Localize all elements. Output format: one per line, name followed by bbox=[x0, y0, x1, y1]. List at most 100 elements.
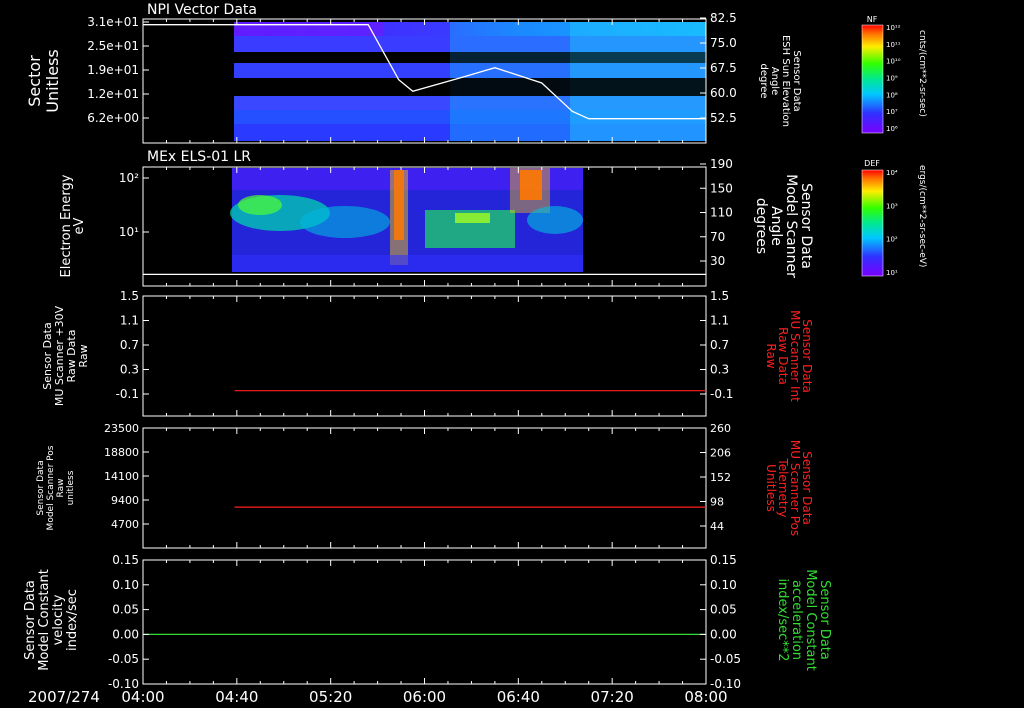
const-y-label-line-4: index/sec bbox=[65, 589, 80, 651]
const-ytick-label-3: 0.00 bbox=[112, 627, 139, 641]
npi-right-label-line-3: Angle bbox=[769, 67, 780, 95]
const-right-label-line-3: acceleration bbox=[789, 580, 804, 660]
mupos-ytick-label-1: 18800 bbox=[104, 446, 139, 459]
npi-ytick-label-0: 3.1e+01 bbox=[87, 15, 139, 29]
nf-colorbar: NF 10¹² 10¹¹ 10¹⁰ 10⁹ 10⁸ 10⁷ 10⁶ cnts/(cm**2-… bbox=[861, 15, 927, 134]
time-tick-label-6: 08:00 bbox=[684, 688, 727, 706]
npi-panel: 3.1e+01 2.5e+01 1.9e+01 1.2e+01 6.2e+00 82.5… bbox=[25, 11, 802, 144]
els-rtick-label-0: 190 bbox=[710, 157, 733, 171]
const-rtick-label-2: 0.05 bbox=[710, 603, 737, 617]
mu30-ytick-label-2: 0.7 bbox=[120, 338, 139, 352]
const-y-label-line-2: Model Constant bbox=[37, 569, 52, 671]
els-panel-title: MEx ELS-01 LR bbox=[147, 149, 251, 165]
const-right-label-line-1: Sensor Data bbox=[817, 580, 832, 660]
const-rtick-label-1: 0.10 bbox=[710, 578, 737, 592]
mupos-y-axis: 23500 18800 14100 9400 4700 bbox=[104, 422, 707, 548]
npi-right-label-line-2: ESH Sun Elevation bbox=[780, 35, 791, 127]
def-colorbar-units: ergs/(cm**2-sr-sec-eV) bbox=[917, 165, 927, 267]
def-colorbar-tick-0: 10⁴ bbox=[886, 169, 898, 177]
mu30-panel: 1.5 1.1 0.7 0.3 -0.1 1.5 1.1 0.7 0.3 -0.1 Sensor… bbox=[41, 289, 814, 417]
els-right-label-line-1: Sensor Data bbox=[798, 183, 814, 269]
mupos-y-label-line-2: Model Scanner Pos bbox=[46, 445, 56, 530]
nf-colorbar-tick-0: 10¹² bbox=[886, 24, 901, 32]
mu30-rtick-label-2: 0.7 bbox=[710, 338, 729, 352]
const-ytick-label-2: 0.05 bbox=[112, 603, 139, 617]
els-y-label: Electron Energy eV bbox=[59, 174, 87, 277]
mupos-ytick-label-2: 14100 bbox=[104, 470, 139, 483]
const-panel: 0.150.100.050.00-0.05-0.10 0.150.100.050… bbox=[23, 553, 832, 691]
mu30-rtick-label-0: 1.5 bbox=[710, 289, 729, 303]
const-frame bbox=[142, 559, 707, 685]
npi-rtick-label-2: 67.5 bbox=[710, 61, 737, 75]
els-right-label-line-3: Angle bbox=[768, 206, 784, 246]
nf-colorbar-tick-4: 10⁸ bbox=[886, 91, 898, 99]
mupos-rtick-label-2: 152 bbox=[710, 471, 731, 484]
els-rtick-label-4: 30 bbox=[710, 254, 725, 268]
els-lower-speckle bbox=[232, 255, 583, 272]
mupos-right-axis: 260 206 152 98 44 bbox=[700, 422, 731, 533]
els-block-mid-2 bbox=[455, 213, 490, 223]
els-rtick-label-3: 70 bbox=[710, 230, 725, 244]
nf-colorbar-ticks: 10¹² 10¹¹ 10¹⁰ 10⁹ 10⁸ 10⁷ 10⁶ bbox=[886, 24, 901, 133]
mupos-rtick-label-1: 206 bbox=[710, 447, 731, 460]
time-tick-label-2: 05:20 bbox=[309, 688, 352, 706]
els-core-early-2 bbox=[238, 195, 282, 215]
els-spike-1-halo bbox=[390, 170, 408, 265]
els-right-label-line-2: Model Scanner bbox=[783, 174, 799, 278]
mu30-rtick-label-1: 1.1 bbox=[710, 314, 729, 328]
nf-colorbar-tick-6: 10⁶ bbox=[886, 125, 898, 133]
const-y-axis: 0.150.100.050.00-0.05-0.10 bbox=[108, 553, 707, 691]
els-rtick-label-2: 110 bbox=[710, 206, 733, 220]
mupos-right-label: Sensor Data MU Scanner Pos Telemetry Uni… bbox=[764, 440, 814, 536]
els-ytick-label-1: 10¹ bbox=[119, 225, 139, 239]
date-label: 2007/274 bbox=[28, 688, 100, 706]
els-ytick-label-0: 10² bbox=[119, 171, 139, 185]
npi-rtick-label-4: 52.5 bbox=[710, 111, 737, 125]
mu30-frame bbox=[142, 295, 707, 417]
npi-rtick-label-1: 75.0 bbox=[710, 36, 737, 50]
nf-colorbar-tick-1: 10¹¹ bbox=[886, 41, 901, 49]
def-colorbar-tick-1: 10³ bbox=[886, 202, 898, 210]
mupos-y-label-line-3: Raw bbox=[56, 479, 66, 498]
npi-y-label-line-2: Unitless bbox=[43, 49, 62, 113]
mu30-rtick-label-4: -0.1 bbox=[710, 387, 733, 401]
npi-right-label-line-4: degree bbox=[758, 63, 769, 98]
const-right-label-line-2: Model Constant bbox=[803, 569, 818, 671]
nf-colorbar-tick-3: 10⁹ bbox=[886, 75, 898, 83]
mu30-right-axis: 1.5 1.1 0.7 0.3 -0.1 bbox=[700, 289, 733, 401]
els-rtick-label-1: 150 bbox=[710, 181, 733, 195]
mupos-rtick-label-3: 98 bbox=[710, 496, 724, 509]
time-tick-label-4: 06:40 bbox=[497, 688, 540, 706]
mupos-frame bbox=[142, 427, 707, 549]
mu30-right-label: Sensor Data MU Scanner Int Raw Data Raw bbox=[764, 310, 814, 402]
time-tick-label-3: 06:00 bbox=[403, 688, 446, 706]
mupos-ytick-label-0: 23500 bbox=[104, 422, 139, 435]
npi-y-label-line-1: Sector bbox=[25, 55, 44, 107]
npi-right-label-line-1: Sensor Data bbox=[791, 50, 802, 111]
npi-ytick-label-1: 2.5e+01 bbox=[87, 39, 139, 53]
els-panel: MEx ELS-01 LR 10² 10¹ 190 150 110 70 30 Elect… bbox=[59, 149, 814, 287]
def-colorbar-tick-3: 10¹ bbox=[886, 269, 898, 277]
time-tick-label-0: 04:00 bbox=[121, 688, 164, 706]
npi-y-label: Sector Unitless bbox=[25, 49, 62, 113]
mu30-ytick-label-1: 1.1 bbox=[120, 314, 139, 328]
npi-right-label: Sensor Data ESH Sun Elevation Angle degr… bbox=[758, 35, 802, 127]
npi-ytick-label-2: 1.9e+01 bbox=[87, 63, 139, 77]
const-y-label-line-3: velocity bbox=[51, 594, 66, 645]
mupos-y-label: Sensor Data Model Scanner Pos Raw unitle… bbox=[36, 445, 76, 530]
time-axis: 04:00 04:40 05:20 06:00 06:40 07:20 08:00 bbox=[121, 688, 727, 706]
nf-colorbar-label: NF bbox=[867, 15, 878, 24]
els-right-label: Sensor Data Model Scanner Angle degrees bbox=[753, 174, 814, 278]
mupos-y-label-line-1: Sensor Data bbox=[36, 460, 46, 515]
nf-colorbar-tick-2: 10¹⁰ bbox=[886, 58, 901, 66]
mission-data-plot: NPI Vector Data 3.1e+01 2.5e+01 1.9e+01 1.2… bbox=[23, 2, 927, 706]
def-colorbar-gradient bbox=[861, 169, 884, 277]
mu30-ytick-label-4: -0.1 bbox=[116, 387, 139, 401]
npi-dark-gap-2 bbox=[234, 78, 706, 96]
npi-rtick-label-0: 82.5 bbox=[710, 11, 737, 25]
def-colorbar-label: DEF bbox=[864, 159, 880, 168]
const-ytick-label-1: 0.10 bbox=[112, 578, 139, 592]
mupos-y-label-line-4: unitless bbox=[66, 470, 76, 505]
time-tick-label-5: 07:20 bbox=[591, 688, 634, 706]
time-tick-label-1: 04:40 bbox=[215, 688, 258, 706]
